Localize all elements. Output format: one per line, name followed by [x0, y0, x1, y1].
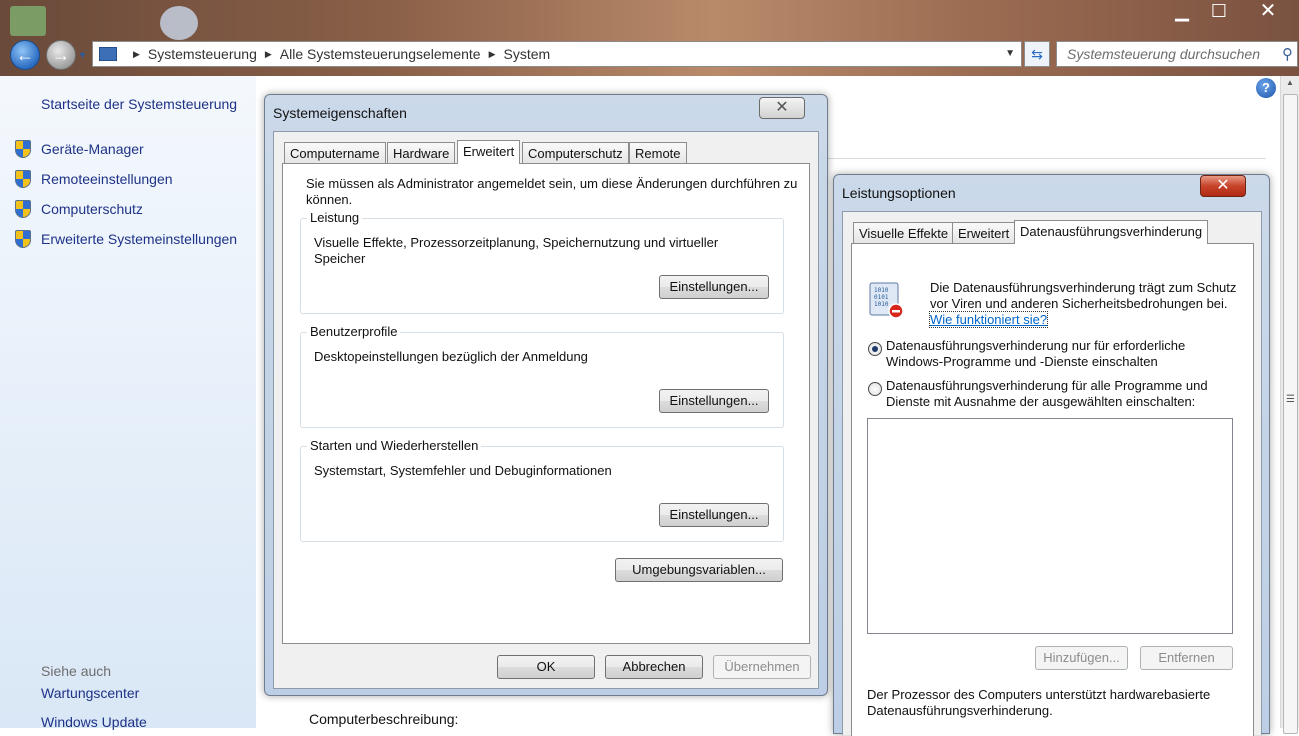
tab-computerschutz[interactable]: Computerschutz	[522, 142, 629, 164]
maximize-icon[interactable]: ☐	[1201, 0, 1237, 22]
dep-shield-icon: 1010 0101 1010	[866, 280, 906, 320]
ok-button[interactable]: OK	[497, 655, 595, 679]
help-icon[interactable]: ?	[1256, 78, 1276, 98]
desktop-background-blur	[160, 6, 198, 40]
dialog-client-area: Computername Hardware Erweitert Computer…	[273, 131, 819, 689]
uac-shield-icon	[15, 200, 31, 218]
dep-info-line2: vor Viren und anderen Sicherheitsbedrohu…	[930, 296, 1228, 311]
apply-button[interactable]: Übernehmen	[713, 655, 811, 679]
scrollbar-thumb[interactable]	[1283, 94, 1298, 734]
breadcrumb-arrow-icon[interactable]: ▶	[489, 49, 496, 60]
add-button[interactable]: Hinzufügen...	[1035, 646, 1128, 670]
dep-exceptions-list[interactable]	[867, 418, 1233, 634]
how-does-it-work-link[interactable]: Wie funktioniert sie?	[928, 311, 1049, 328]
control-panel-icon	[99, 47, 117, 61]
dep-all-label-line2[interactable]: Dienste mit Ausnahme der ausgewählten ei…	[886, 394, 1195, 410]
tab-datenausfuehrungsverhinderung[interactable]: Datenausführungsverhinderung	[1014, 220, 1209, 244]
tab-erweitert[interactable]: Erweitert	[952, 222, 1016, 244]
breadcrumb-arrow-icon[interactable]: ▶	[265, 49, 272, 60]
forward-button[interactable]: →	[46, 40, 76, 70]
dep-essential-radio[interactable]	[868, 342, 882, 356]
svg-text:1010: 1010	[874, 301, 889, 308]
desktop-background-blur	[10, 6, 46, 36]
breadcrumb-system[interactable]: System	[504, 46, 551, 62]
tab-remote[interactable]: Remote	[629, 142, 687, 164]
group-description: Visuelle Effekte, Prozessorzeitplanung, …	[314, 235, 719, 266]
performance-settings-button[interactable]: Einstellungen...	[659, 275, 769, 299]
dep-all-programs-radio[interactable]	[868, 382, 882, 396]
tab-hardware[interactable]: Hardware	[387, 142, 456, 164]
group-description: Desktopeinstellungen bezüglich der Anmel…	[314, 349, 588, 364]
dialog-title: Leistungsoptionen	[842, 185, 956, 201]
advanced-system-settings-link[interactable]: Erweiterte Systemeinstellungen	[41, 231, 237, 247]
group-leistung: Leistung Visuelle Effekte, Prozessorzeit…	[300, 210, 784, 314]
breadcrumb-arrow-icon[interactable]: ▶	[133, 49, 140, 60]
vertical-scrollbar[interactable]: ▲ ☰	[1280, 76, 1299, 734]
group-legend: Starten und Wiederherstellen	[307, 438, 482, 453]
cancel-button[interactable]: Abbrechen	[605, 655, 703, 679]
remote-settings-link[interactable]: Remoteeinstellungen	[41, 171, 173, 187]
address-dropdown-icon[interactable]: ▼	[1005, 48, 1015, 59]
search-input[interactable]: Systemsteuerung durchsuchen ⚲	[1056, 41, 1298, 67]
back-button[interactable]: ←	[10, 40, 40, 70]
device-manager-link[interactable]: Geräte-Manager	[41, 141, 144, 157]
recent-pages-chevron-icon[interactable]: ▼	[78, 50, 87, 60]
breadcrumb-systemsteuerung[interactable]: Systemsteuerung	[148, 46, 257, 62]
dep-all-label-line1[interactable]: Datenausführungsverhinderung für alle Pr…	[886, 378, 1208, 394]
uac-shield-icon	[15, 170, 31, 188]
performance-options-dialog: Leistungsoptionen ✕ Visuelle Effekte Erw…	[833, 174, 1270, 736]
dep-essential-label-line2[interactable]: Windows-Programme und -Dienste einschalt…	[886, 354, 1158, 370]
control-panel-home-link[interactable]: Startseite der Systemsteuerung	[41, 96, 237, 112]
dep-info-line1: Die Datenausführungsverhinderung trägt z…	[930, 280, 1237, 295]
group-description: Systemstart, Systemfehler und Debuginfor…	[314, 463, 612, 478]
tab-erweitert[interactable]: Erweitert	[457, 140, 521, 164]
search-placeholder: Systemsteuerung durchsuchen	[1067, 46, 1260, 62]
scrollbar-grip-icon: ☰	[1286, 394, 1295, 405]
window-titlebar: ▁ ☐ ✕ ← → ▼ ▶ Systemsteuerung ▶ Alle Sys…	[0, 0, 1299, 76]
tab-panel-erweitert: Sie müssen als Administrator angemeldet …	[282, 163, 810, 644]
see-also-heading: Siehe auch	[41, 663, 112, 679]
scroll-up-icon[interactable]: ▲	[1286, 78, 1294, 87]
dep-essential-label-line1[interactable]: Datenausführungsverhinderung nur für erf…	[886, 338, 1185, 354]
system-protection-link[interactable]: Computerschutz	[41, 201, 143, 217]
system-properties-dialog: Systemeigenschaften ✕ Computername Hardw…	[264, 94, 828, 696]
group-benutzerprofile: Benutzerprofile Desktopeinstellungen bez…	[300, 324, 784, 428]
remove-button[interactable]: Entfernen	[1140, 646, 1233, 670]
address-bar[interactable]: ▶ Systemsteuerung ▶ Alle Systemsteuerung…	[92, 41, 1022, 67]
dialog-client-area: Visuelle Effekte Erweitert Datenausführu…	[842, 211, 1262, 736]
hardware-dep-note-line1: Der Prozessor des Computers unterstützt …	[867, 687, 1211, 702]
close-icon[interactable]: ✕	[1250, 0, 1286, 22]
uac-shield-icon	[15, 140, 31, 158]
tab-computername[interactable]: Computername	[284, 142, 386, 164]
tab-visuelle-effekte[interactable]: Visuelle Effekte	[853, 222, 955, 244]
uac-shield-icon	[15, 230, 31, 248]
tab-panel-dep: 1010 0101 1010 Die Datenausführungsverhi…	[851, 243, 1254, 736]
close-icon: ✕	[1216, 177, 1230, 194]
hardware-dep-note-line2: Datenausführungsverhinderung.	[867, 703, 1053, 718]
group-legend: Leistung	[307, 210, 363, 225]
close-button[interactable]: ✕	[1200, 175, 1246, 197]
environment-variables-button[interactable]: Umgebungsvariablen...	[615, 558, 783, 582]
svg-text:1010: 1010	[874, 287, 889, 294]
admin-note: Sie müssen als Administrator angemeldet …	[306, 176, 798, 207]
search-icon[interactable]: ⚲	[1282, 43, 1293, 67]
left-navigation-pane: Startseite der Systemsteuerung Geräte-Ma…	[0, 76, 256, 730]
computer-description-label: Computerbeschreibung:	[309, 711, 459, 727]
close-icon: ✕	[775, 99, 789, 116]
action-center-link[interactable]: Wartungscenter	[41, 685, 139, 701]
refresh-icon: ⇆	[1031, 46, 1043, 62]
close-button[interactable]: ✕	[759, 97, 805, 119]
dialog-title: Systemeigenschaften	[273, 105, 407, 121]
svg-text:0101: 0101	[874, 294, 889, 301]
refresh-button[interactable]: ⇆	[1024, 41, 1050, 67]
startup-recovery-settings-button[interactable]: Einstellungen...	[659, 503, 769, 527]
group-legend: Benutzerprofile	[307, 324, 401, 339]
user-profiles-settings-button[interactable]: Einstellungen...	[659, 389, 769, 413]
group-starten-wiederherstellen: Starten und Wiederherstellen Systemstart…	[300, 438, 784, 542]
breadcrumb-alle-elemente[interactable]: Alle Systemsteuerungselemente	[280, 46, 481, 62]
minimize-icon[interactable]: ▁	[1164, 0, 1200, 22]
